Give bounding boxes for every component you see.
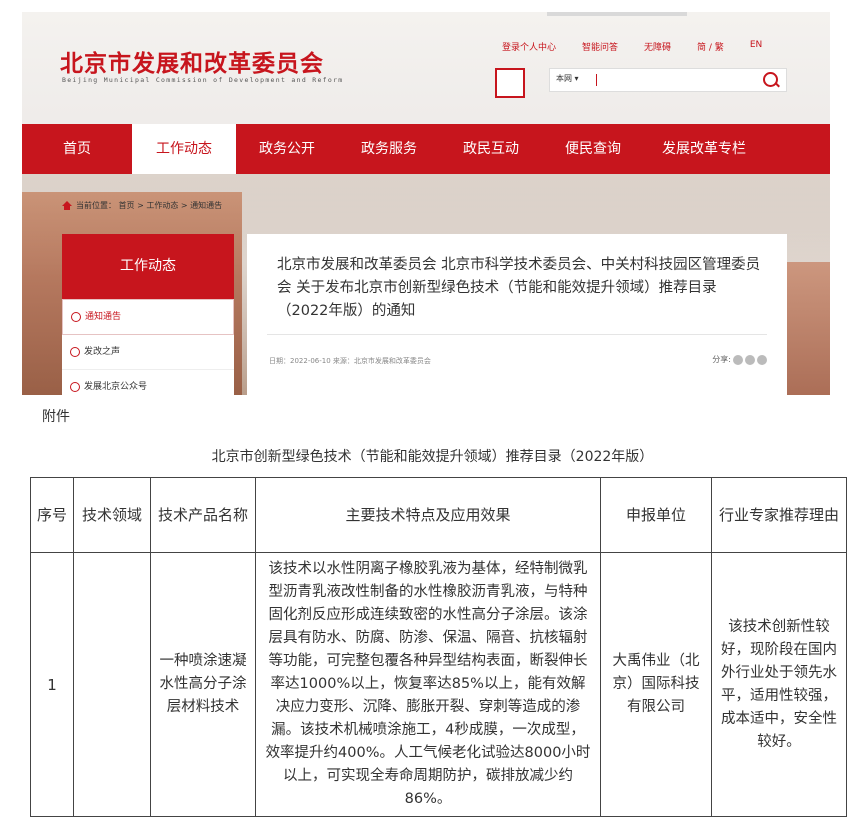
nav-public-query[interactable]: 便民查询 — [542, 124, 644, 174]
sidebar-item-label: 发展北京公众号 — [84, 382, 148, 392]
nav-work-news[interactable]: 工作动态 — [132, 124, 236, 174]
home-icon[interactable] — [62, 201, 72, 210]
qa-link[interactable]: 智能问答 — [582, 40, 618, 53]
seal-logo — [495, 68, 525, 98]
share-label: 分享: — [712, 355, 731, 364]
cell-reason: 该技术创新性较好，现阶段在国内外行业处于领先水平，适用性较强，成本适中，安全性较… — [711, 552, 847, 817]
accessibility-link[interactable]: 无障碍 — [644, 40, 671, 53]
sidebar-item-notices[interactable]: 通知通告 — [62, 299, 234, 335]
nav-government-affairs[interactable]: 政务公开 — [236, 124, 338, 174]
sidebar-item-label: 发改之声 — [84, 347, 121, 357]
sidebar: 工作动态 通知通告 发改之声 发展北京公众号 — [62, 234, 234, 395]
wechat-icon — [70, 382, 80, 392]
search-scope-select[interactable]: 本网 ▾ — [556, 73, 579, 84]
nav-government-services[interactable]: 政务服务 — [338, 124, 440, 174]
share-wechat-icon[interactable] — [745, 354, 755, 365]
search-bar[interactable]: 本网 ▾ — [549, 68, 787, 92]
search-input[interactable] — [596, 74, 597, 86]
sidebar-item-label: 通知通告 — [85, 312, 122, 322]
table-row: 1 一种喷涂速凝水性高分子涂层材料技术 该技术以水性阴离子橡胶乳液为基体，经特制… — [30, 552, 847, 817]
nav-reform-column[interactable]: 发展改革专栏 — [644, 124, 764, 174]
megaphone-icon — [70, 347, 80, 357]
cell-features: 该技术以水性阴离子橡胶乳液为基体，经特制微乳型沥青乳液改性制备的水性橡胶沥青乳液… — [255, 552, 601, 817]
sidebar-heading: 工作动态 — [62, 234, 234, 299]
table-header-row: 序号 技术领域 技术产品名称 主要技术特点及应用效果 申报单位 行业专家推荐理由 — [30, 477, 847, 553]
nav-home[interactable]: 首页 — [22, 124, 132, 174]
cell-field — [73, 552, 151, 817]
article-title: 北京市发展和改革委员会 北京市科学技术委员会、中关村科技园区管理委员会 关于发布… — [277, 257, 761, 319]
language-toggle-link[interactable]: 简 / 繁 — [697, 40, 724, 53]
header-reason: 行业专家推荐理由 — [711, 477, 847, 553]
share-bar: 分享: — [712, 354, 767, 365]
share-weibo-icon[interactable] — [733, 354, 743, 365]
cell-no: 1 — [30, 552, 74, 817]
site-logo-subtitle: Beijing Municipal Commission of Developm… — [62, 76, 344, 84]
recommendation-table: 序号 技术领域 技术产品名称 主要技术特点及应用效果 申报单位 行业专家推荐理由… — [30, 477, 847, 817]
header-product: 技术产品名称 — [150, 477, 256, 553]
attachment-label: 附件 — [42, 409, 70, 425]
login-link[interactable]: 登录个人中心 — [502, 40, 556, 53]
header-features: 主要技术特点及应用效果 — [255, 477, 601, 553]
bell-icon — [71, 312, 81, 322]
cell-applicant: 大禹伟业（北京）国际科技有限公司 — [600, 552, 712, 817]
article-meta: 日期：2022-06-10 来源：北京市发展和改革委员会 — [269, 357, 431, 365]
top-strip — [547, 12, 687, 16]
sidebar-item-voice[interactable]: 发改之声 — [62, 335, 234, 370]
header-no: 序号 — [30, 477, 74, 553]
top-links: 登录个人中心 智能问答 无障碍 简 / 繁 EN — [502, 40, 788, 53]
header-field: 技术领域 — [73, 477, 151, 553]
english-link[interactable]: EN — [750, 40, 762, 53]
breadcrumb-text[interactable]: 当前位置： 首页 > 工作动态 > 通知通告 — [76, 200, 222, 211]
search-icon[interactable] — [763, 72, 778, 87]
sidebar-item-wechat[interactable]: 发展北京公众号 — [62, 370, 234, 395]
breadcrumb: 当前位置： 首页 > 工作动态 > 通知通告 — [62, 200, 222, 211]
document-title: 北京市创新型绿色技术（节能和能效提升领域）推荐目录（2022年版） — [211, 449, 654, 465]
site-logo-title[interactable]: 北京市发展和改革委员会 — [60, 44, 324, 78]
cell-product: 一种喷涂速凝水性高分子涂层材料技术 — [150, 552, 256, 817]
main-nav: 首页 工作动态 政务公开 政务服务 政民互动 便民查询 发展改革专栏 — [22, 124, 830, 174]
divider — [267, 334, 767, 335]
article-card: 北京市发展和改革委员会 北京市科学技术委员会、中关村科技园区管理委员会 关于发布… — [247, 234, 787, 395]
website-screenshot: 北京市发展和改革委员会 Beijing Municipal Commission… — [22, 12, 830, 395]
nav-interaction[interactable]: 政民互动 — [440, 124, 542, 174]
header-applicant: 申报单位 — [600, 477, 712, 553]
share-qq-icon[interactable] — [757, 354, 767, 365]
